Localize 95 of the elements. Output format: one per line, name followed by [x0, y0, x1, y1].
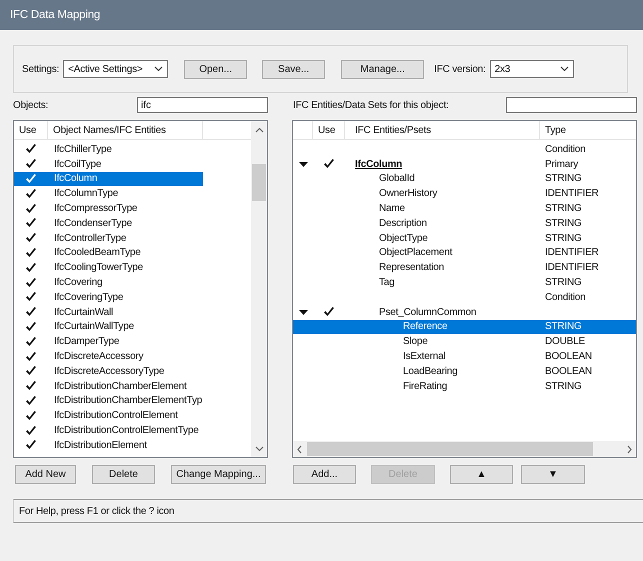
expand-arrow-icon[interactable] [298, 308, 308, 317]
column-header[interactable]: Object Names/IFC Entities [48, 121, 203, 139]
scrollbar-thumb[interactable] [252, 164, 266, 201]
expand-arrow-icon[interactable] [298, 160, 308, 169]
checkmark-icon[interactable] [25, 202, 37, 215]
horizontal-scrollbar[interactable] [293, 441, 636, 457]
tree-row[interactable]: Representation IDENTIFIER [293, 260, 636, 276]
tree-row[interactable]: Slope DOUBLE [293, 334, 636, 350]
scroll-down-icon[interactable] [254, 446, 264, 452]
column-header[interactable]: Type [540, 121, 636, 139]
scroll-up-icon[interactable] [254, 127, 264, 133]
tree-row[interactable]: Reference STRING [293, 320, 636, 334]
checkmark-icon[interactable] [25, 291, 37, 304]
checkmark-icon[interactable] [25, 365, 37, 378]
checkmark-icon[interactable] [25, 394, 37, 407]
action-button[interactable]: Add New [15, 465, 76, 484]
window-title: IFC Data Mapping [0, 0, 643, 30]
checkmark-icon[interactable] [25, 306, 37, 318]
tree-row[interactable]: IfcColumn Primary [293, 156, 636, 172]
checkmark-icon[interactable] [323, 158, 335, 170]
checkmark-icon[interactable] [25, 232, 37, 244]
list-item[interactable]: IfcCondenserType [14, 216, 203, 231]
column-header[interactable]: Use [14, 121, 48, 139]
checkmark-icon[interactable] [25, 439, 37, 452]
checkmark-icon[interactable] [25, 143, 37, 156]
checkmark-icon[interactable] [25, 320, 37, 333]
list-item[interactable]: IfcCurtainWall [14, 304, 203, 320]
checkmark-icon[interactable] [25, 246, 37, 259]
checkmark-icon[interactable] [323, 306, 335, 318]
list-item[interactable]: IfcColumnType [14, 186, 203, 202]
list-item[interactable]: IfcDistributionControlElementType [14, 423, 203, 438]
column-header[interactable]: Use [313, 121, 345, 139]
list-item[interactable]: IfcCoolingTowerType [14, 260, 203, 276]
list-item[interactable]: IfcCoveringType [14, 290, 203, 305]
toolbar-button[interactable]: Save... [262, 60, 326, 78]
list-item[interactable]: IfcColumn [14, 172, 203, 186]
tree-row[interactable]: FireRating STRING [293, 378, 636, 394]
list-item[interactable]: IfcChillerType [14, 142, 203, 157]
tree-row[interactable]: Description STRING [293, 216, 636, 231]
checkmark-icon[interactable] [25, 276, 37, 289]
toolbar-button[interactable]: Manage... [341, 60, 424, 78]
action-button[interactable]: Add... [293, 465, 356, 484]
chevron-down-icon[interactable] [154, 66, 164, 72]
checkmark-icon[interactable] [25, 262, 37, 274]
checkmark-icon[interactable] [25, 188, 37, 200]
status-text: For Help, press F1 or click the ? icon [19, 506, 174, 516]
tree-row[interactable]: ObjectPlacement IDENTIFIER [293, 246, 636, 260]
checkmark-icon[interactable] [25, 217, 37, 230]
vertical-scrollbar[interactable] [251, 121, 267, 457]
action-button[interactable]: Delete [92, 465, 155, 484]
list-item[interactable]: IfcCooledBeamType [14, 246, 203, 260]
column-header[interactable]: IFC Entities/Psets [345, 121, 540, 139]
checkmark-icon[interactable] [25, 424, 37, 437]
tree-row[interactable]: LoadBearing BOOLEAN [293, 364, 636, 379]
tree-row[interactable]: GlobalId STRING [293, 172, 636, 186]
scrollbar-thumb[interactable] [307, 442, 593, 456]
list-item[interactable]: IfcCompressorType [14, 201, 203, 216]
checkmark-icon[interactable] [25, 350, 37, 363]
list-item[interactable]: IfcDiscreteAccessory [14, 349, 203, 364]
chevron-down-icon[interactable] [560, 66, 569, 72]
list-item[interactable]: IfcDamperType [14, 334, 203, 350]
checkmark-icon[interactable] [25, 410, 37, 422]
action-button[interactable]: ▲ [450, 465, 513, 484]
tree-row[interactable]: Condition [293, 290, 636, 305]
checkmark-icon[interactable] [25, 336, 37, 348]
entities-label: IFC Entities/Data Sets for this object: [293, 100, 450, 110]
list-item[interactable]: IfcDistributionChamberElement [14, 378, 203, 394]
settings-dropdown[interactable]: <Active Settings> [63, 60, 168, 78]
action-button[interactable]: Change Mapping... [171, 465, 266, 484]
action-button[interactable]: ▼ [521, 465, 585, 484]
checkmark-icon[interactable] [25, 380, 37, 392]
settings-label: Settings: [22, 64, 60, 74]
objects-filter-field[interactable]: ifc [137, 97, 268, 113]
list-item[interactable]: IfcDiscreteAccessoryType [14, 364, 203, 379]
tree-row[interactable]: ObjectType STRING [293, 230, 636, 246]
list-item[interactable]: IfcCoilType [14, 156, 203, 172]
toolbar-button[interactable]: Open... [184, 60, 248, 78]
tree-row[interactable]: OwnerHistory IDENTIFIER [293, 186, 636, 202]
checkmark-icon[interactable] [25, 172, 37, 185]
list-item[interactable]: IfcCurtainWallType [14, 320, 203, 334]
entities-filter-field[interactable] [506, 97, 637, 113]
tree-row[interactable]: Pset_ColumnCommon [293, 304, 636, 320]
tree-row[interactable]: Tag STRING [293, 275, 636, 290]
list-item[interactable]: IfcDistributionChamberElementTyp [14, 394, 203, 408]
list-item[interactable]: IfcDistributionControlElement [14, 408, 203, 424]
list-item[interactable]: IfcControllerType [14, 230, 203, 246]
tree-row[interactable]: Condition [293, 142, 636, 157]
checkmark-icon[interactable] [25, 158, 37, 170]
ifc-version-label: IFC version: [434, 64, 486, 74]
objects-label: Objects: [13, 100, 50, 110]
tree-row[interactable]: IsExternal BOOLEAN [293, 349, 636, 364]
list-item[interactable]: IfcCovering [14, 275, 203, 290]
ifc-version-dropdown[interactable]: 2x3 [490, 60, 574, 78]
list-item[interactable]: IfcDistributionElement [14, 438, 203, 453]
tree-row[interactable]: Name STRING [293, 201, 636, 216]
